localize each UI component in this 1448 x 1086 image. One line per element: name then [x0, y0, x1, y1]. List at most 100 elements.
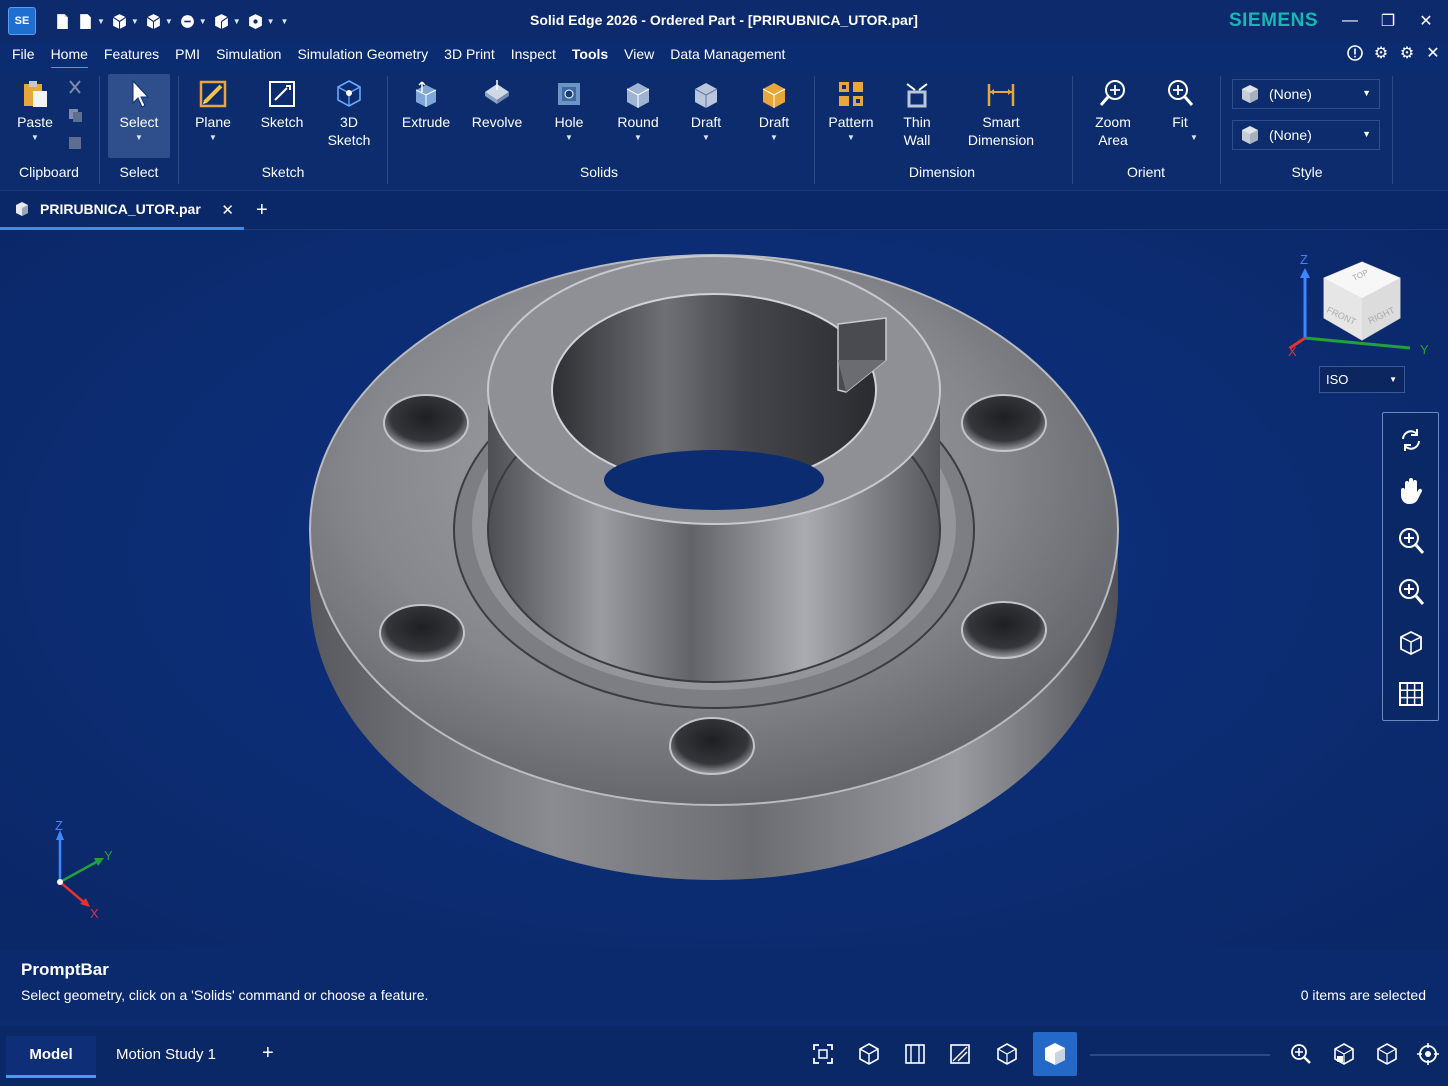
- minimize-button[interactable]: —: [1334, 6, 1366, 36]
- select-button[interactable]: Select ▼: [108, 74, 170, 158]
- open-part-dropdown[interactable]: ▼: [111, 13, 139, 30]
- divider: [178, 76, 179, 184]
- copy-special-icon[interactable]: [66, 134, 84, 152]
- fit-button[interactable]: Fit ▼: [1147, 74, 1213, 158]
- extrude-button[interactable]: Extrude: [393, 74, 459, 158]
- tab-inspect[interactable]: Inspect: [503, 42, 564, 68]
- wireframe-icon[interactable]: [995, 1042, 1019, 1066]
- save-dropdown[interactable]: ▼: [145, 13, 173, 30]
- draft-button-2[interactable]: Draft ▼: [741, 74, 807, 158]
- new-file-icon[interactable]: [54, 13, 71, 30]
- tab-model[interactable]: Model: [6, 1036, 96, 1078]
- sketch-view-icon[interactable]: [948, 1042, 972, 1066]
- coordinate-triad: Z Y X: [55, 818, 113, 918]
- fit-view-icon[interactable]: [1396, 628, 1426, 658]
- tab-pmi[interactable]: PMI: [167, 42, 208, 68]
- settings-gear-icon[interactable]: ⚙: [1372, 44, 1390, 62]
- part-file-icon: [16, 202, 28, 216]
- group-solids-label: Solids: [579, 164, 619, 180]
- bore-through-opening: [604, 450, 824, 510]
- close-button[interactable]: ✕: [1410, 6, 1442, 36]
- copy-icon[interactable]: [66, 106, 84, 124]
- zoom-slider[interactable]: [1090, 1054, 1270, 1056]
- divider: [814, 76, 815, 184]
- pattern-button[interactable]: Pattern ▼: [818, 74, 884, 158]
- view-orientation-dropdown[interactable]: ISO ▼: [1319, 366, 1405, 393]
- new-tab-button[interactable]: +: [256, 199, 268, 222]
- group-clipboard-label: Clipboard: [19, 164, 79, 180]
- restore-button[interactable]: ❐: [1372, 6, 1404, 36]
- help-icon[interactable]: [1346, 44, 1364, 62]
- tab-simulation-geometry[interactable]: Simulation Geometry: [289, 42, 436, 68]
- round-icon: [626, 83, 650, 108]
- iso-view-icon[interactable]: [1375, 1042, 1399, 1066]
- new-document-dropdown[interactable]: ▼: [77, 13, 105, 30]
- tab-file[interactable]: File: [4, 42, 43, 68]
- 3d-sketch-button[interactable]: 3D Sketch: [316, 74, 382, 158]
- hole-button[interactable]: Hole ▼: [536, 74, 602, 158]
- close-ribbon-icon[interactable]: ✕: [1424, 44, 1442, 62]
- zoom-area-button[interactable]: Zoom Area: [1080, 74, 1146, 158]
- pattern-icon: [839, 82, 863, 106]
- customize-toolbar-dropdown[interactable]: ▼: [281, 17, 289, 26]
- draft-button[interactable]: Draft ▼: [673, 74, 739, 158]
- ribbon-tabs: File Home Features PMI Simulation Simula…: [0, 42, 1448, 69]
- bolt-hole: [961, 394, 1047, 452]
- cut-icon[interactable]: [66, 78, 84, 96]
- view-orient-icon[interactable]: [1332, 1042, 1356, 1066]
- tab-motion-study[interactable]: Motion Study 1: [104, 1036, 228, 1078]
- divider: [1072, 76, 1073, 184]
- triad-axis-y: Y: [104, 848, 113, 863]
- smart-dimension-button[interactable]: Smart Dimension: [960, 74, 1042, 158]
- part-options-dropdown[interactable]: ▼: [247, 13, 275, 30]
- fit-all-icon[interactable]: [811, 1042, 835, 1066]
- view-options-icon[interactable]: [1416, 1042, 1440, 1066]
- tab-data-management[interactable]: Data Management: [662, 42, 793, 68]
- rotate-view-icon[interactable]: [1396, 425, 1426, 455]
- thin-wall-button[interactable]: Thin Wall: [884, 74, 950, 158]
- part-style-dropdown[interactable]: (None) ▼: [1232, 120, 1380, 150]
- prompt-bar-title: PromptBar: [21, 960, 109, 979]
- select-arrow-icon: [132, 79, 150, 108]
- round-button[interactable]: Round ▼: [605, 74, 671, 158]
- plane-button[interactable]: Plane ▼: [180, 74, 246, 158]
- tab-tools[interactable]: Tools: [564, 42, 616, 68]
- graphics-viewport[interactable]: TOP FRONT RIGHT Z X Y ISO ▼ Z Y X: [0, 230, 1448, 950]
- flange-part-model[interactable]: [0, 230, 1448, 950]
- part-style-cube-icon: [1242, 126, 1258, 144]
- zoom-icon[interactable]: [1289, 1042, 1313, 1066]
- tab-features[interactable]: Features: [96, 42, 167, 68]
- zoom-area-nav-icon[interactable]: [1396, 577, 1426, 607]
- view-cube[interactable]: TOP FRONT RIGHT Z X Y: [1282, 248, 1432, 358]
- document-tab[interactable]: PRIRUBNICA_UTOR.par ✕: [0, 191, 244, 230]
- face-style-dropdown[interactable]: (None) ▼: [1232, 79, 1380, 109]
- section-view-icon[interactable]: [903, 1042, 927, 1066]
- sketch-button[interactable]: Sketch: [249, 74, 315, 158]
- app-logo-icon[interactable]: SE: [8, 7, 36, 35]
- grid-icon[interactable]: [1396, 679, 1426, 709]
- title-bar: SE ▼ ▼ ▼ ▼ ▼ ▼ ▼ Solid Edge 2026 - Order…: [0, 0, 1448, 42]
- triad-axis-z: Z: [55, 818, 63, 833]
- siemens-logo: SIEMENS: [1228, 10, 1318, 31]
- zoom-in-icon[interactable]: [1396, 526, 1426, 556]
- tab-simulation[interactable]: Simulation: [208, 42, 289, 68]
- hole-icon: [558, 83, 580, 105]
- shaded-cube-icon: [1045, 1043, 1065, 1065]
- options-gear-icon[interactable]: ⚙: [1398, 44, 1416, 62]
- add-study-button[interactable]: +: [262, 1042, 274, 1065]
- paste-button[interactable]: Paste ▼: [2, 74, 68, 158]
- undo-dropdown[interactable]: ▼: [179, 13, 207, 30]
- tab-3d-print[interactable]: 3D Print: [436, 42, 503, 68]
- shaded-view-button[interactable]: [1033, 1032, 1077, 1076]
- revolve-button[interactable]: Revolve: [464, 74, 530, 158]
- cube-axis-x: X: [1288, 344, 1297, 358]
- close-tab-icon[interactable]: ✕: [221, 201, 234, 219]
- pan-hand-icon[interactable]: [1396, 475, 1426, 505]
- divider: [1392, 76, 1393, 184]
- zoom-area-icon: [1099, 80, 1125, 106]
- fit-icon: [1168, 80, 1194, 106]
- tab-view[interactable]: View: [616, 42, 662, 68]
- redo-dropdown[interactable]: ▼: [213, 13, 241, 30]
- tab-home[interactable]: Home: [43, 42, 96, 69]
- shaded-with-edges-icon[interactable]: [857, 1042, 881, 1066]
